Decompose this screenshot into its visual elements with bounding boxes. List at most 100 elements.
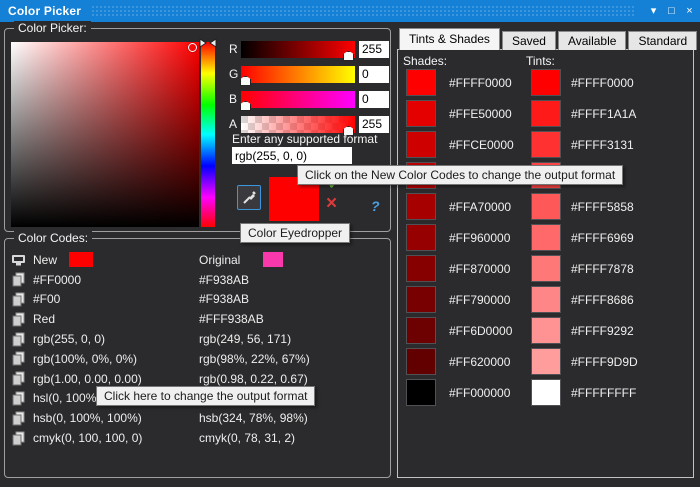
tab-standard[interactable]: Standard <box>628 31 697 50</box>
red-slider[interactable] <box>241 41 355 58</box>
tints-column: #FFFF0000 #FFFF1A1A #FFFF3131 #FFFF5858 … <box>531 69 638 410</box>
shade-swatch[interactable] <box>406 100 436 127</box>
code-new-value[interactable]: Red <box>33 312 199 326</box>
shade-swatch[interactable] <box>406 69 436 96</box>
alpha-value-input[interactable] <box>359 116 389 133</box>
shade-swatch[interactable] <box>406 193 436 220</box>
code-original-value: #F938AB <box>199 273 249 287</box>
tint-swatch[interactable] <box>531 100 561 127</box>
tab-saved[interactable]: Saved <box>502 31 556 50</box>
tint-swatch[interactable] <box>531 286 561 313</box>
tint-row: #FFFF6969 <box>531 224 638 251</box>
format-input[interactable] <box>232 147 352 164</box>
shade-code[interactable]: #FFCE0000 <box>449 138 514 152</box>
copy-icon[interactable] <box>11 391 26 406</box>
help-icon[interactable]: ? <box>371 198 380 214</box>
original-color-swatch[interactable] <box>263 252 283 267</box>
tint-code[interactable]: #FFFF6969 <box>571 231 634 245</box>
tint-code[interactable]: #FFFF1A1A <box>571 107 636 121</box>
copy-icon[interactable] <box>11 431 26 446</box>
tint-swatch[interactable] <box>531 317 561 344</box>
tint-swatch[interactable] <box>531 379 561 406</box>
shade-swatch[interactable] <box>406 131 436 158</box>
code-new-value[interactable]: #F00 <box>33 292 199 306</box>
code-original-value: rgb(249, 56, 171) <box>199 332 291 346</box>
blue-value-input[interactable] <box>359 91 389 108</box>
shade-swatch[interactable] <box>406 286 436 313</box>
color-picker-window: Color Picker ▾ □ × Color Picker: R G B <box>0 0 700 487</box>
blue-slider[interactable] <box>241 91 355 108</box>
tab-available[interactable]: Available <box>558 31 626 50</box>
code-original-value: #F938AB <box>199 292 249 306</box>
tint-swatch[interactable] <box>531 224 561 251</box>
tint-code[interactable]: #FFFF5858 <box>571 200 634 214</box>
shade-swatch[interactable] <box>406 348 436 375</box>
channel-label-b: B <box>229 92 241 106</box>
shade-row: #FF620000 <box>406 348 514 375</box>
shade-code[interactable]: #FF000000 <box>449 386 510 400</box>
code-new-value[interactable]: rgb(1.00, 0.00, 0.00) <box>33 372 199 386</box>
tint-swatch[interactable] <box>531 348 561 375</box>
alpha-slider[interactable] <box>241 116 355 133</box>
code-header-row: New Original <box>11 250 386 270</box>
tint-swatch[interactable] <box>531 255 561 282</box>
shade-code[interactable]: #FF960000 <box>449 231 510 245</box>
shade-row: #FF870000 <box>406 255 514 282</box>
tint-code[interactable]: #FFFF3131 <box>571 138 634 152</box>
shade-code[interactable]: #FFFF0000 <box>449 76 512 90</box>
shade-swatch[interactable] <box>406 224 436 251</box>
green-value-input[interactable] <box>359 66 389 83</box>
tint-code[interactable]: #FFFF9292 <box>571 324 634 338</box>
maximize-icon[interactable]: □ <box>664 0 679 22</box>
close-icon[interactable]: × <box>682 0 697 22</box>
titlebar[interactable]: Color Picker ▾ □ × <box>0 0 700 22</box>
tooltip-output-format: Click here to change the output format <box>96 386 315 406</box>
cancel-x-icon[interactable]: × <box>326 195 337 213</box>
new-color-swatch[interactable] <box>69 252 93 267</box>
copy-icon[interactable] <box>11 371 26 386</box>
copy-icon[interactable] <box>11 411 26 426</box>
copy-icon[interactable] <box>11 272 26 287</box>
shade-code[interactable]: #FF6D0000 <box>449 324 512 338</box>
hue-slider-thumb[interactable] <box>199 38 217 48</box>
copy-icon[interactable] <box>11 332 26 347</box>
tint-code[interactable]: #FFFF9D9D <box>571 355 638 369</box>
tint-swatch[interactable] <box>531 193 561 220</box>
channel-label-g: G <box>229 67 241 81</box>
shade-swatch[interactable] <box>406 317 436 344</box>
copy-icon[interactable] <box>11 292 26 307</box>
shade-swatch[interactable] <box>406 379 436 406</box>
green-slider-thumb[interactable] <box>240 76 251 86</box>
eyedropper-button[interactable] <box>237 185 261 210</box>
tint-swatch[interactable] <box>531 69 561 96</box>
shade-code[interactable]: #FF790000 <box>449 293 510 307</box>
tint-swatch[interactable] <box>531 131 561 158</box>
sv-selection-indicator[interactable] <box>188 43 197 52</box>
code-original-value: #FFF938AB <box>199 312 264 326</box>
code-new-value[interactable]: rgb(255, 0, 0) <box>33 332 199 346</box>
code-new-value[interactable]: rgb(100%, 0%, 0%) <box>33 352 199 366</box>
tint-code[interactable]: #FFFFFFFF <box>571 386 636 400</box>
tooltip-color-eyedropper: Color Eyedropper <box>240 223 350 243</box>
code-new-value[interactable]: #FF0000 <box>33 273 199 287</box>
shade-code[interactable]: #FF620000 <box>449 355 510 369</box>
copy-icon[interactable] <box>11 312 26 327</box>
tint-code[interactable]: #FFFF8686 <box>571 293 634 307</box>
tint-code[interactable]: #FFFF0000 <box>571 76 634 90</box>
shade-code[interactable]: #FFA70000 <box>449 200 511 214</box>
code-new-value[interactable]: hsb(0, 100%, 100%) <box>33 411 199 425</box>
red-slider-thumb[interactable] <box>343 51 354 61</box>
copy-icon[interactable] <box>11 351 26 366</box>
shade-swatch[interactable] <box>406 255 436 282</box>
hue-slider[interactable] <box>201 42 215 227</box>
saturation-value-canvas[interactable] <box>11 42 199 227</box>
blue-slider-thumb[interactable] <box>240 101 251 111</box>
tint-code[interactable]: #FFFF7878 <box>571 262 634 276</box>
green-slider[interactable] <box>241 66 355 83</box>
code-new-value[interactable]: cmyk(0, 100, 100, 0) <box>33 431 199 445</box>
window-menu-icon[interactable]: ▾ <box>646 0 661 22</box>
tab-tints-and-shades[interactable]: Tints & Shades <box>399 28 500 50</box>
shade-code[interactable]: #FF870000 <box>449 262 510 276</box>
red-value-input[interactable] <box>359 41 389 58</box>
shade-code[interactable]: #FFE50000 <box>449 107 512 121</box>
